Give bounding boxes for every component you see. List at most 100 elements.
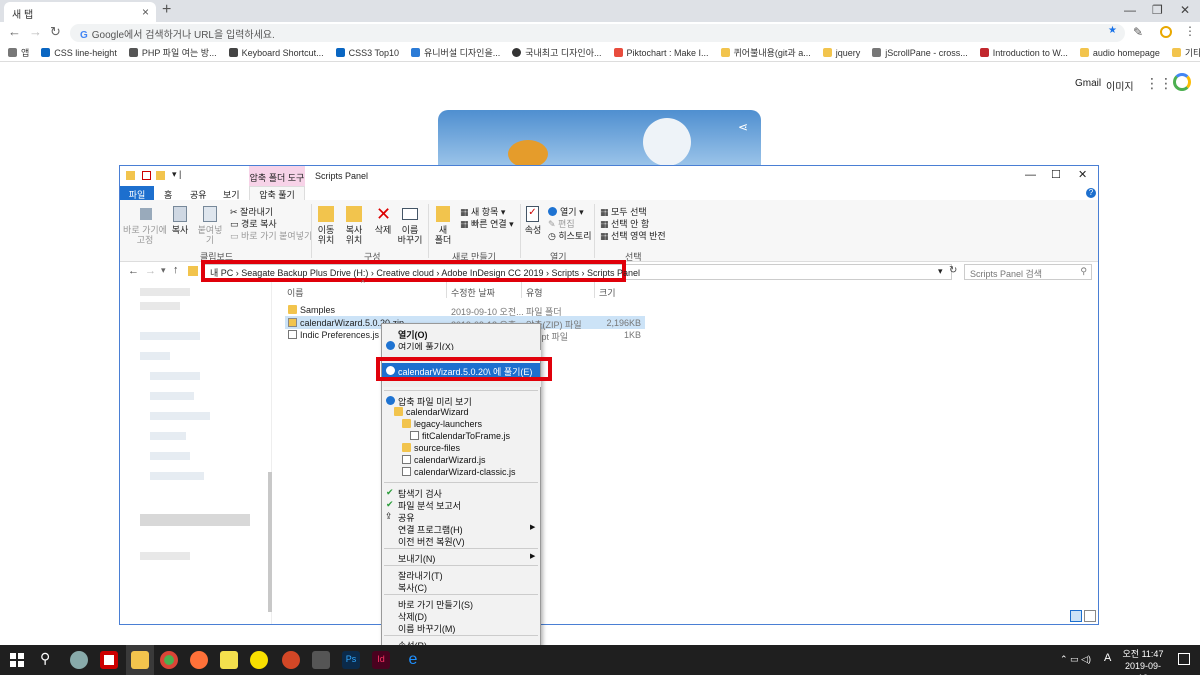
copy-to-button[interactable]: 복사 위치 — [341, 225, 367, 245]
column-name[interactable]: 이름 — [287, 286, 304, 299]
menu-icon[interactable]: ⋮ — [1184, 24, 1196, 38]
ime-indicator[interactable]: A — [1104, 652, 1111, 664]
extension-icon[interactable] — [1160, 26, 1172, 38]
nav-item[interactable] — [150, 432, 186, 440]
eyedropper-icon[interactable]: ✎ — [1133, 25, 1143, 39]
search-icon[interactable]: ⚲ — [40, 650, 50, 667]
kakaotalk-icon[interactable] — [250, 651, 268, 669]
search-box[interactable]: Scripts Panel 검색 ⚲ — [964, 264, 1092, 280]
forward-icon[interactable]: → — [145, 265, 156, 277]
invert-selection-button[interactable]: ▦ 선택 영역 반전 — [600, 229, 666, 242]
star-icon[interactable]: ★ — [1108, 25, 1117, 36]
nav-item[interactable] — [140, 302, 180, 310]
explorer-close-icon[interactable]: ✕ — [1078, 168, 1087, 181]
app-icon[interactable] — [70, 651, 88, 669]
column-size[interactable]: 크기 — [599, 286, 616, 299]
breadcrumb-item[interactable]: 내 PC — [210, 268, 233, 278]
easy-access-button[interactable]: ▦ 빠른 연결 ▾ — [460, 217, 514, 230]
history-button[interactable]: ◷ 히스토리 — [548, 229, 591, 242]
properties-button[interactable]: 속성 — [522, 225, 544, 235]
archive-tree-item[interactable]: source-files — [382, 443, 540, 453]
archive-tree-item[interactable]: fitCalendarToFrame.js — [382, 431, 540, 441]
explorer-minimize-icon[interactable]: — — [1025, 169, 1036, 181]
restore-icon[interactable]: ❐ — [1152, 3, 1163, 17]
refresh-icon[interactable]: ↻ — [949, 265, 957, 276]
bookmark-item[interactable]: 앱 — [8, 46, 29, 59]
pin-to-quick-access-button[interactable]: 바로 가기에 고정 — [122, 225, 168, 245]
edge-icon[interactable]: e — [404, 651, 422, 669]
sticky-notes-icon[interactable] — [220, 651, 238, 669]
google-doodle[interactable]: ⋖ — [438, 110, 761, 168]
help-icon[interactable]: ? — [1086, 188, 1096, 198]
images-link[interactable]: 이미지 — [1106, 78, 1134, 93]
breadcrumb-item[interactable]: Adobe InDesign CC 2019 — [441, 268, 543, 278]
file-row[interactable]: Samples 2019-09-10 오전... 파일 폴더 — [285, 304, 645, 317]
archive-tree-item[interactable]: legacy-launchers — [382, 419, 540, 429]
bookmark-item[interactable]: jquery — [822, 48, 860, 58]
gmail-link[interactable]: Gmail — [1075, 78, 1101, 89]
recent-dropdown-icon[interactable]: ▾ — [161, 265, 166, 276]
close-window-icon[interactable]: ✕ — [1180, 3, 1190, 17]
breadcrumb-item[interactable]: Seagate Backup Plus Drive (H:) — [241, 268, 368, 278]
archive-tree-item[interactable]: calendarWizard-classic.js — [382, 467, 540, 477]
nav-item[interactable] — [150, 392, 194, 400]
menu-copy[interactable]: 복사(C) — [382, 581, 540, 594]
photoshop-icon[interactable]: Ps — [342, 651, 360, 669]
nav-item[interactable] — [140, 288, 190, 296]
rename-button[interactable]: 이름 바꾸기 — [396, 225, 424, 245]
start-icon[interactable] — [10, 653, 24, 667]
menu-send-to[interactable]: 보내기(N) ▶ — [382, 552, 540, 565]
move-to-button[interactable]: 이동 위치 — [313, 225, 339, 245]
nav-item-selected[interactable] — [140, 514, 250, 526]
up-icon[interactable]: ↑ — [173, 264, 179, 276]
browser-tab[interactable]: 새 탭 × — [4, 2, 156, 22]
close-tab-icon[interactable]: × — [142, 5, 149, 19]
nav-item[interactable] — [150, 372, 200, 380]
properties-quick-icon[interactable] — [142, 171, 151, 180]
quick-access-dropdown-icon[interactable]: ▾ | — [172, 169, 181, 180]
omnibox[interactable]: G Google에서 검색하거나 URL을 입력하세요. ★ — [70, 24, 1125, 42]
bookmark-item[interactable]: PHP 파일 여는 방... — [128, 46, 217, 59]
bookmark-item[interactable]: 유니버설 디자인을... — [411, 46, 500, 59]
copy-button[interactable]: 복사 — [168, 225, 192, 235]
new-folder-quick-icon[interactable] — [156, 171, 165, 180]
breadcrumb-item[interactable]: Scripts — [551, 268, 579, 278]
nav-item[interactable] — [150, 472, 204, 480]
notification-icon[interactable] — [1178, 653, 1190, 665]
back-icon[interactable]: ← — [8, 24, 21, 39]
nav-item[interactable] — [150, 412, 210, 420]
minimize-icon[interactable]: — — [1124, 3, 1136, 17]
photos-icon[interactable] — [312, 651, 330, 669]
indesign-icon[interactable]: Id — [372, 651, 390, 669]
nav-item[interactable] — [150, 452, 190, 460]
details-view-icon[interactable] — [1070, 610, 1082, 622]
bookmark-item[interactable]: CSS line-height — [41, 48, 117, 58]
bookmark-item[interactable]: Introduction to W... — [979, 48, 1068, 58]
archive-tree-item[interactable]: calendarWizard.js — [382, 455, 540, 465]
bookmark-item[interactable]: Keyboard Shortcut... — [228, 48, 324, 58]
nav-scrollbar[interactable] — [268, 472, 272, 612]
delete-button[interactable]: 삭제 — [372, 225, 394, 235]
breadcrumb-item[interactable]: Creative cloud — [376, 268, 434, 278]
column-date[interactable]: 수정한 날짜 — [451, 286, 495, 299]
new-tab-icon[interactable]: + — [162, 1, 171, 19]
account-avatar[interactable] — [1173, 73, 1191, 91]
bookmark-item[interactable]: Piktochart : Make I... — [613, 48, 709, 58]
bookmark-other[interactable]: 기타 북마크 — [1171, 46, 1200, 59]
nav-item[interactable] — [140, 352, 170, 360]
app-icon[interactable] — [100, 651, 118, 669]
tab-extract[interactable]: 압축 풀기 — [249, 186, 305, 200]
paste-shortcut-button[interactable]: ▭ 바로 가기 붙여넣기 — [230, 229, 312, 242]
large-icons-view-icon[interactable] — [1084, 610, 1096, 622]
menu-rename[interactable]: 이름 바꾸기(M) — [382, 622, 540, 635]
paste-button[interactable]: 붙여넣기 — [194, 225, 226, 245]
nav-item[interactable] — [140, 332, 200, 340]
bookmark-item[interactable]: 국내최고 디자인아... — [512, 46, 602, 59]
bookmark-item[interactable]: CSS3 Top10 — [335, 48, 399, 58]
new-folder-button[interactable]: 새 폴더 — [431, 225, 455, 245]
column-type[interactable]: 유형 — [526, 286, 543, 299]
bookmark-item[interactable]: 퀴어불내용(git과 a... — [720, 46, 811, 59]
file-explorer-icon[interactable] — [131, 651, 149, 669]
explorer-maximize-icon[interactable]: ☐ — [1051, 168, 1061, 181]
bookmark-item[interactable]: jScrollPane - cross... — [872, 48, 968, 58]
